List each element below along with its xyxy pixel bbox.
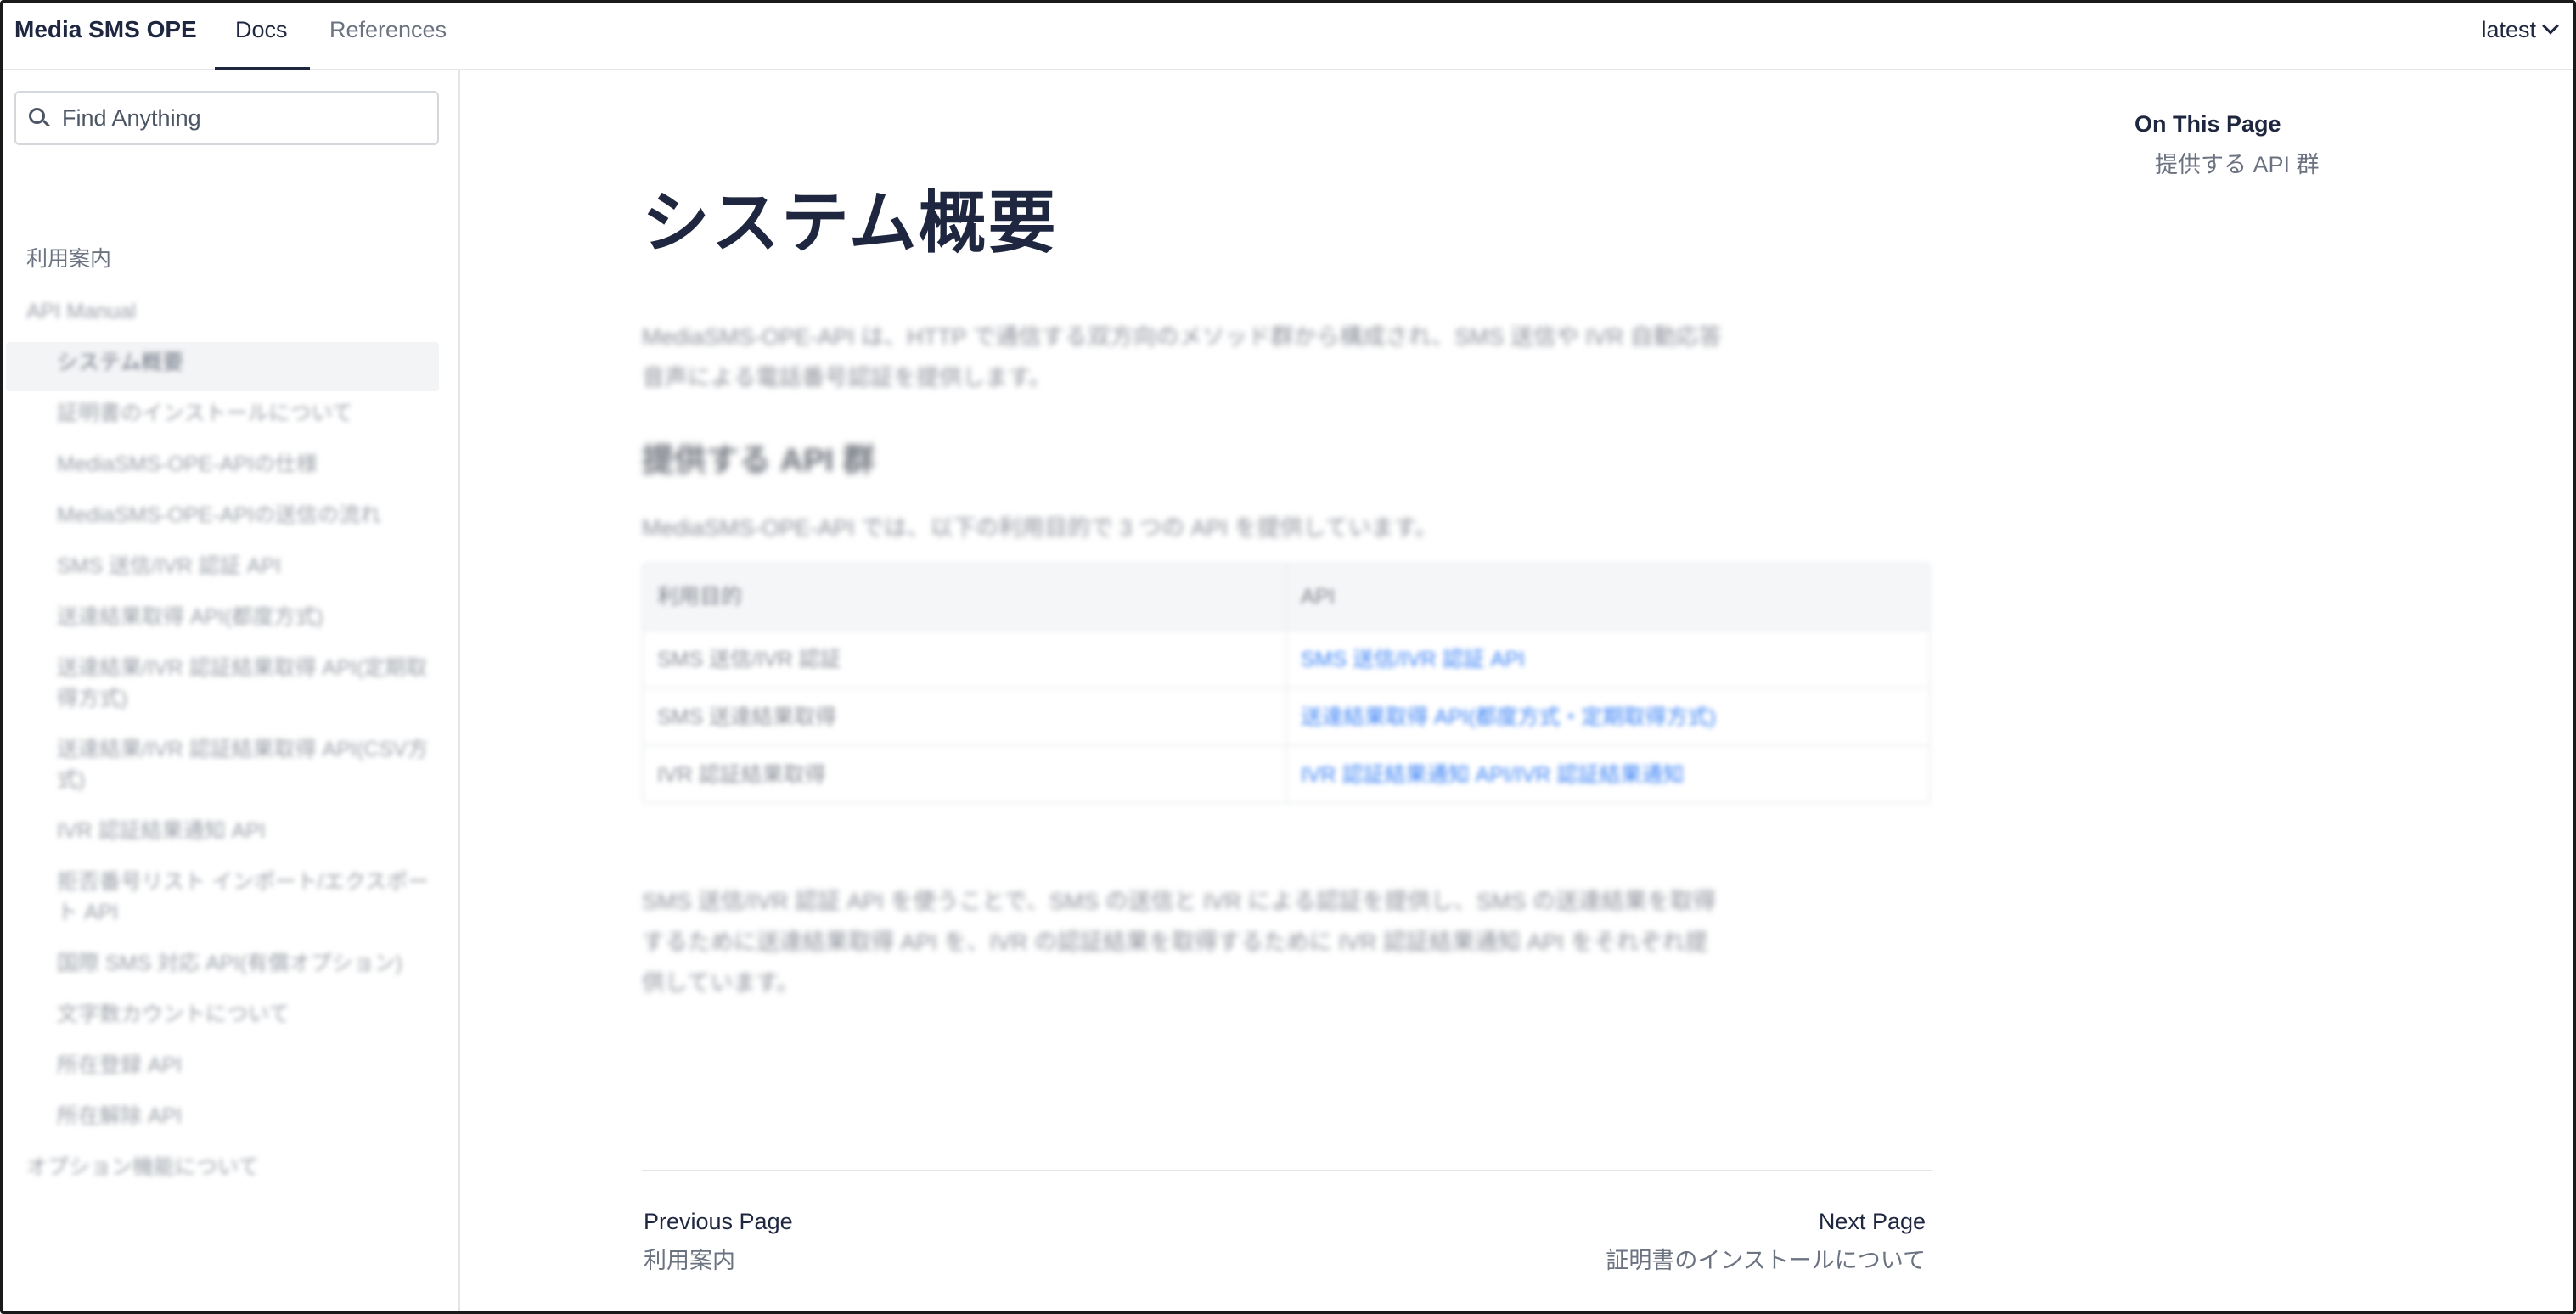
search-icon xyxy=(28,107,50,129)
page-title: システム概要 xyxy=(642,185,1058,261)
table-link[interactable]: 送達結果取得 API(都度方式・定期取得方式) xyxy=(1285,688,1929,744)
section-intro: MediaSMS-OPE-API では、以下の利用目的で 3 つの API を提… xyxy=(642,515,1438,541)
chevron-down-icon xyxy=(2542,17,2559,35)
previous-page-label: Previous Page xyxy=(644,1209,793,1234)
active-tab-indicator xyxy=(215,67,310,70)
api-table: 利用目的 API SMS 送信/IVR 認証 SMS 送信/IVR 認証 API… xyxy=(642,563,1931,804)
sidebar-item-periodic-api[interactable]: 送達結果/IVR 認証結果取得 API(定期取得方式) xyxy=(57,653,430,714)
table-header-cell: API xyxy=(1285,564,1929,629)
sidebar-item-csv-api[interactable]: 送達結果/IVR 認証結果取得 API(CSV方式) xyxy=(57,734,430,795)
search-input[interactable]: Find Anything xyxy=(14,91,439,145)
sidebar-item-spec[interactable]: MediaSMS-OPE-APIの仕様 xyxy=(57,449,318,480)
tab-references[interactable]: References xyxy=(329,14,447,45)
table-cell: SMS 送達結果取得 xyxy=(657,705,837,729)
previous-page-link[interactable]: 利用案内 xyxy=(644,1245,735,1276)
intro-paragraph: MediaSMS-OPE-API は、HTTP で通信する双方向のメソッド群から… xyxy=(642,324,1722,390)
next-page-link[interactable]: 証明書のインストールについて xyxy=(1606,1245,1926,1276)
version-dropdown[interactable]: latest xyxy=(2481,14,2559,45)
sidebar: Find Anything 利用案内 API Manual システム概要 証明書… xyxy=(3,70,460,1311)
sidebar-item-system-overview[interactable]: システム概要 xyxy=(57,347,183,378)
main-content: システム概要 MediaSMS-OPE-API は、HTTP で通信する双方向の… xyxy=(460,70,2573,1311)
toc-item[interactable]: 提供する API 群 xyxy=(2155,149,2320,180)
table-header-cell: 利用目的 xyxy=(657,585,743,609)
brand-title[interactable]: Media SMS OPE xyxy=(14,14,197,45)
sidebar-item-flow[interactable]: MediaSMS-OPE-APIの送信の流れ xyxy=(57,500,381,531)
sidebar-item-ivr-notify-api[interactable]: IVR 認証結果通知 API xyxy=(57,816,266,846)
app-window: Media SMS OPE Docs References latest Fin… xyxy=(0,0,2576,1314)
closing-paragraph: SMS 送信/IVR 認証 API を使うことで、SMS の送信と IVR によ… xyxy=(642,889,1716,996)
toc-title: On This Page xyxy=(2134,111,2281,137)
table-header-row: 利用目的 API xyxy=(644,564,1929,629)
sidebar-item-blocklist-api[interactable]: 拒否番号リスト インポート/エクスポート API xyxy=(57,867,430,928)
sidebar-item-delivery-api[interactable]: 送達結果取得 API(都度方式) xyxy=(57,602,323,632)
table-link[interactable]: IVR 認証結果通知 API/IVR 認証結果通知 xyxy=(1285,746,1929,802)
table-row: IVR 認証結果取得 IVR 認証結果通知 API/IVR 認証結果通知 xyxy=(644,744,1929,802)
sidebar-item-unregister-api[interactable]: 所在解除 API xyxy=(57,1101,182,1132)
top-nav-bar: Media SMS OPE Docs References latest xyxy=(3,3,2573,70)
sidebar-item-options[interactable]: オプション機能について xyxy=(26,1152,259,1182)
sidebar-item-char-count[interactable]: 文字数カウントについて xyxy=(57,999,290,1030)
table-row: SMS 送達結果取得 送達結果取得 API(都度方式・定期取得方式) xyxy=(644,687,1929,744)
sidebar-item-api-manual[interactable]: API Manual xyxy=(26,296,136,327)
table-link[interactable]: SMS 送信/IVR 認証 API xyxy=(1285,631,1929,687)
sidebar-item-register-api[interactable]: 所在登録 API xyxy=(57,1050,182,1081)
tab-docs[interactable]: Docs xyxy=(235,14,288,45)
sidebar-item-usage-guide[interactable]: 利用案内 xyxy=(26,244,111,274)
table-cell: IVR 認証結果取得 xyxy=(657,763,826,787)
sidebar-item-sms-ivr-api[interactable]: SMS 送信/IVR 認証 API xyxy=(57,551,281,581)
next-page-label: Next Page xyxy=(1818,1209,1926,1234)
sidebar-item-intl-sms-api[interactable]: 国際 SMS 対応 API(有償オプション) xyxy=(57,948,402,979)
search-placeholder: Find Anything xyxy=(62,104,201,131)
table-row: SMS 送信/IVR 認証 SMS 送信/IVR 認証 API xyxy=(644,629,1929,687)
section-heading: 提供する API 群 xyxy=(642,443,875,479)
version-label: latest xyxy=(2481,17,2536,42)
table-cell: SMS 送信/IVR 認証 xyxy=(657,648,841,671)
pager-divider xyxy=(642,1170,1932,1171)
sidebar-item-certificate[interactable]: 証明書のインストールについて xyxy=(57,398,353,429)
